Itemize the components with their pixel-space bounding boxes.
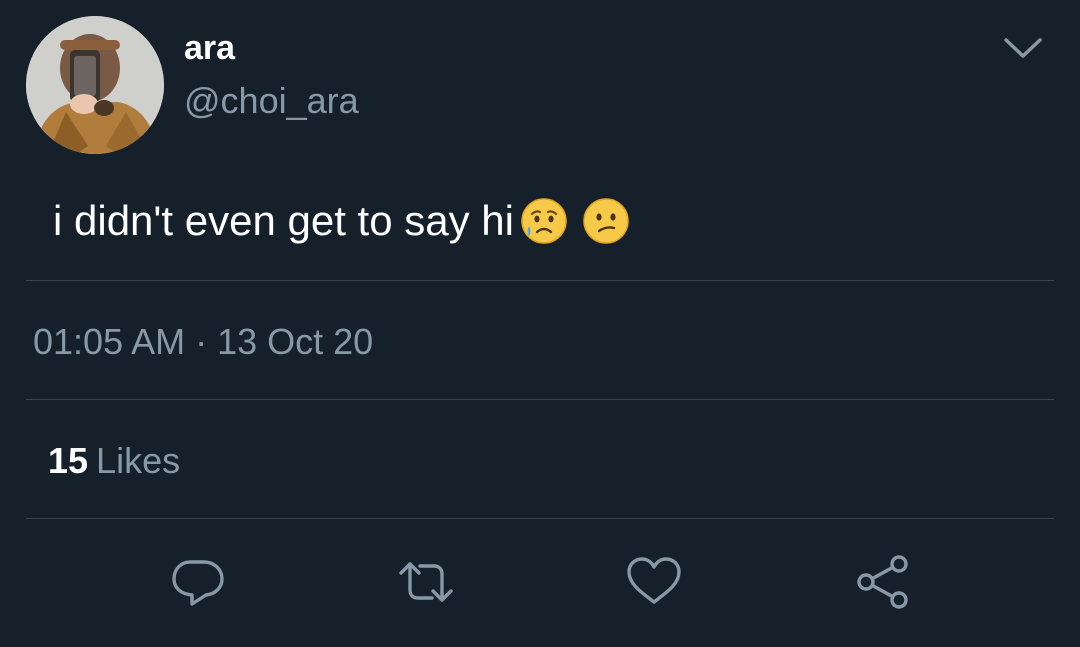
tweet-body: i didn't even get to say hi [53,196,632,256]
likes-stat[interactable]: 15 Likes [48,438,180,484]
retweet-button[interactable] [396,552,456,612]
confused-face-emoji [582,198,629,244]
tweet-text: i didn't even get to say hi [53,197,514,244]
divider [26,518,1054,519]
profile-photo [26,16,164,154]
display-name[interactable]: ara [184,28,235,68]
share-icon [857,555,908,609]
avatar[interactable] [26,16,164,154]
retweet-icon [399,562,453,602]
chevron-down-icon[interactable] [1000,32,1046,66]
like-button[interactable] [624,552,684,612]
share-button[interactable] [853,552,913,612]
likes-count: 15 [48,440,89,481]
divider [26,280,1054,281]
heart-icon [627,557,681,604]
tweet-emojis [520,197,632,256]
divider [26,399,1054,400]
sad-but-relieved-face-emoji [521,198,567,244]
reply-button[interactable] [168,552,228,612]
tweet-timestamp[interactable]: 01:05 AM · 13 Oct 20 [33,320,373,364]
user-handle[interactable]: @choi_ara [184,80,359,122]
reply-icon [172,560,224,606]
likes-label: Likes [96,440,181,481]
